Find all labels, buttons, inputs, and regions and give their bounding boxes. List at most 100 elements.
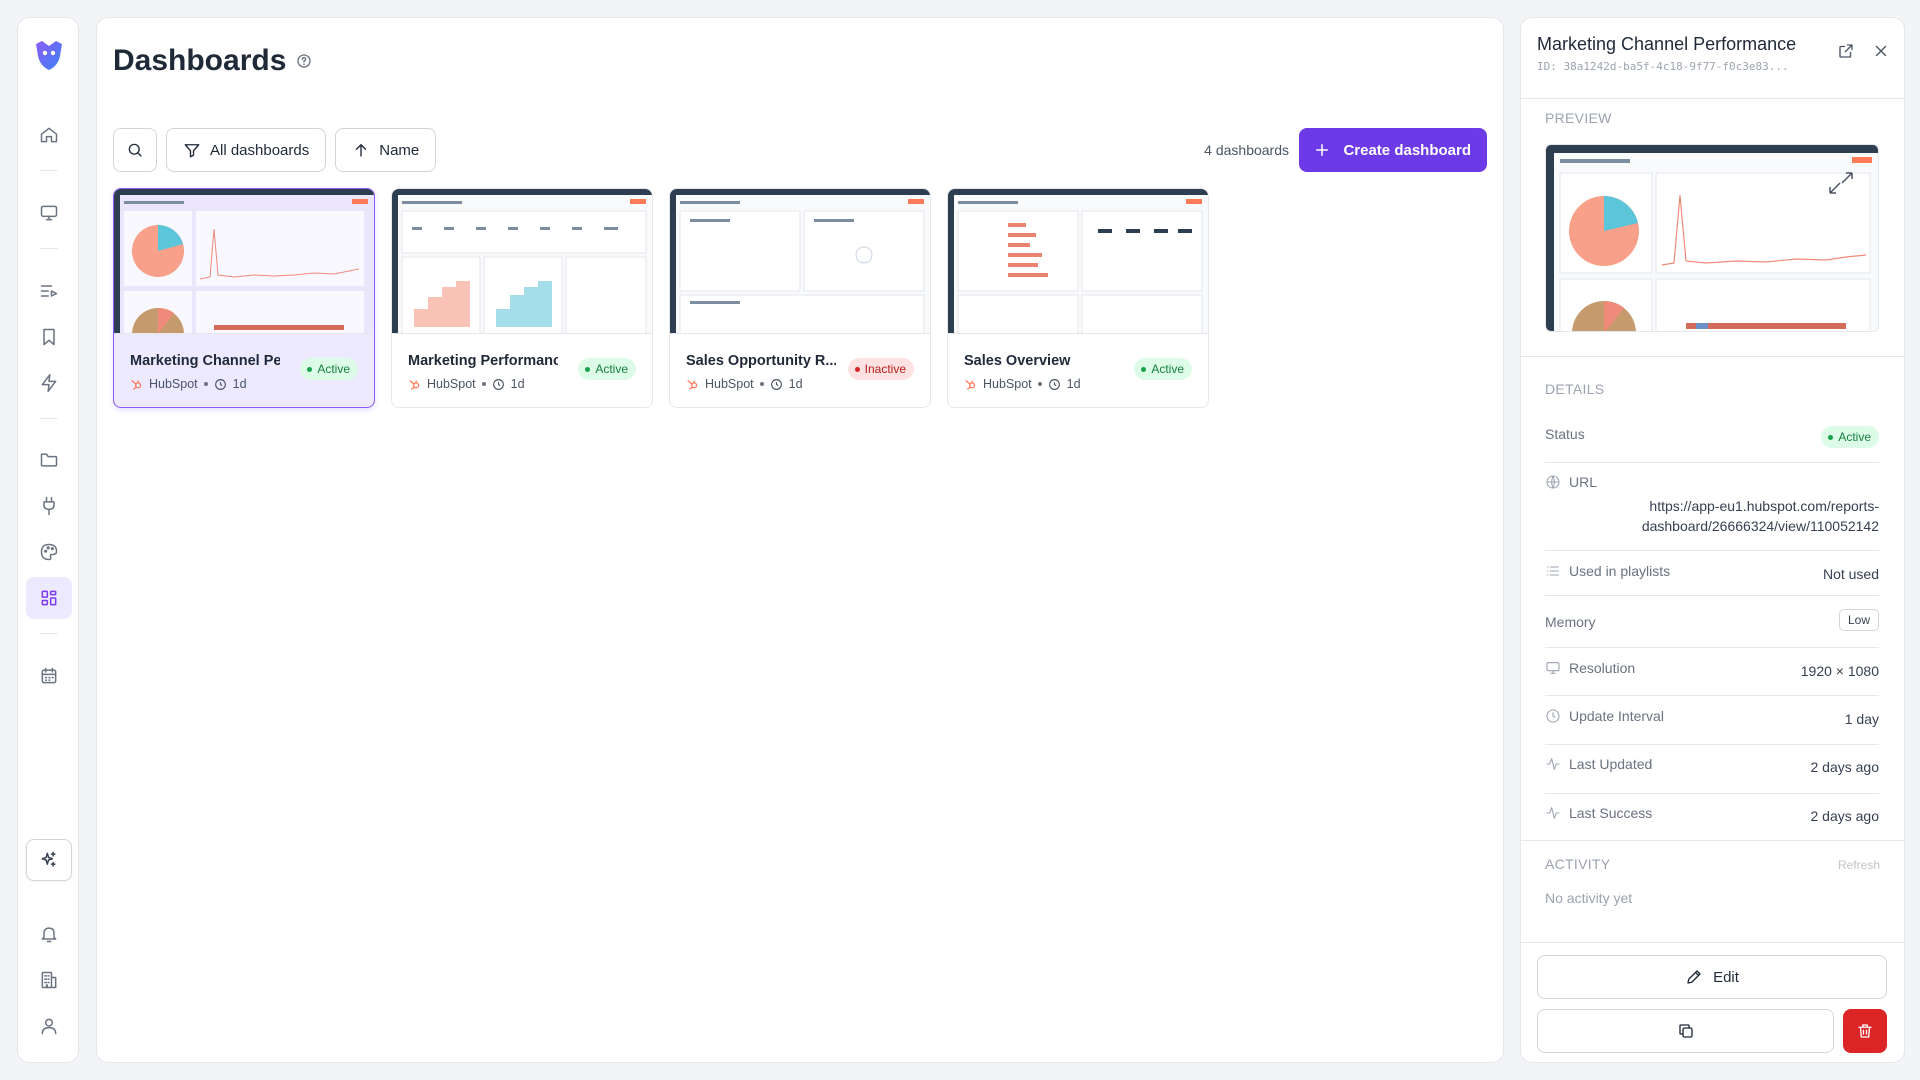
status-value-wrap: Active bbox=[1821, 426, 1879, 448]
copy-icon bbox=[1678, 1024, 1693, 1038]
page-title: Dashboards bbox=[113, 44, 287, 77]
dashboard-card[interactable]: Marketing Performanc... HubSpot 1d Activ… bbox=[391, 188, 653, 408]
left-rail bbox=[17, 17, 79, 1063]
dashboard-card[interactable]: Sales Overview HubSpot 1d Active bbox=[947, 188, 1209, 408]
activity-icon bbox=[1546, 807, 1560, 819]
memory-label: Memory bbox=[1545, 614, 1596, 630]
memory-value-wrap: Low bbox=[1838, 609, 1879, 631]
dashboard-preview[interactable] bbox=[1545, 144, 1879, 332]
sparkles-icon bbox=[41, 851, 56, 867]
card-title: Marketing Performanc... bbox=[408, 353, 558, 369]
url-value[interactable]: https://app-eu1.hubspot.com/reports- das… bbox=[1642, 496, 1879, 536]
clock-icon bbox=[1546, 709, 1560, 723]
nav-dashboards-button[interactable] bbox=[26, 577, 72, 619]
folder-icon bbox=[40, 453, 58, 467]
status-text: Active bbox=[317, 362, 350, 376]
monitor-icon bbox=[40, 205, 58, 221]
card-age: 1d bbox=[232, 377, 247, 391]
dashboard-card[interactable]: Sales Opportunity R... HubSpot 1d Inacti… bbox=[669, 188, 931, 408]
card-source: HubSpot bbox=[705, 377, 754, 391]
nav-home-button[interactable] bbox=[26, 114, 72, 156]
activity-heading: ACTIVITY bbox=[1545, 856, 1611, 872]
external-link-icon bbox=[1839, 44, 1853, 58]
globe-icon bbox=[1546, 475, 1560, 489]
edit-label: Edit bbox=[1713, 968, 1739, 986]
dashboard-thumbnail bbox=[948, 189, 1208, 334]
nav-themes-button[interactable] bbox=[26, 531, 72, 573]
profile-button[interactable] bbox=[26, 1005, 72, 1047]
refresh-activity-link[interactable]: Refresh bbox=[1838, 858, 1880, 872]
nav-bookmarks-button[interactable] bbox=[26, 316, 72, 358]
app-logo[interactable] bbox=[32, 38, 66, 72]
playlists-label-wrap: Used in playlists bbox=[1545, 563, 1670, 579]
resolution-label-wrap: Resolution bbox=[1545, 660, 1635, 676]
nav-files-button[interactable] bbox=[26, 439, 72, 481]
organization-button[interactable] bbox=[26, 959, 72, 1001]
last-updated-row: Last Updated 2 days ago bbox=[1545, 756, 1879, 794]
card-meta: HubSpot 1d bbox=[686, 377, 803, 391]
edit-button[interactable]: Edit bbox=[1537, 955, 1887, 999]
pencil-icon bbox=[1687, 970, 1701, 984]
success-value: 2 days ago bbox=[1810, 808, 1880, 824]
clock-icon bbox=[770, 378, 782, 390]
card-meta: HubSpot 1d bbox=[964, 377, 1081, 391]
nav-schedule-button[interactable] bbox=[26, 655, 72, 697]
interval-row: Update Interval 1 day bbox=[1545, 708, 1879, 745]
monitor-icon bbox=[1546, 662, 1560, 674]
open-external-button[interactable] bbox=[1835, 40, 1857, 62]
notifications-button[interactable] bbox=[26, 913, 72, 955]
nav-automations-button[interactable] bbox=[26, 362, 72, 404]
updated-label: Last Updated bbox=[1569, 756, 1653, 772]
resolution-value: 1920 × 1080 bbox=[1800, 663, 1879, 679]
search-icon bbox=[128, 143, 142, 157]
interval-label-wrap: Update Interval bbox=[1545, 708, 1664, 724]
playlists-label: Used in playlists bbox=[1569, 563, 1671, 579]
help-circle-icon[interactable] bbox=[296, 53, 312, 69]
detail-panel: Marketing Channel Performance ID: 38a124… bbox=[1520, 17, 1905, 1063]
updated-value: 2 days ago bbox=[1810, 759, 1880, 775]
delete-button[interactable] bbox=[1843, 1009, 1887, 1053]
detail-title: Marketing Channel Performance bbox=[1537, 34, 1797, 54]
url-row: URL https://app-eu1.hubspot.com/reports-… bbox=[1545, 474, 1879, 551]
duplicate-button[interactable] bbox=[1537, 1009, 1834, 1053]
card-title: Marketing Channel Pe... bbox=[130, 353, 280, 369]
dashboard-card[interactable]: Marketing Channel Pe... HubSpot 1d Activ… bbox=[113, 188, 375, 408]
dashboard-thumbnail bbox=[392, 189, 652, 334]
search-button[interactable] bbox=[113, 128, 157, 172]
card-meta: HubSpot 1d bbox=[408, 377, 525, 391]
clock-icon bbox=[492, 378, 504, 390]
ai-assistant-button[interactable] bbox=[26, 839, 72, 881]
dashboard-thumbnail bbox=[114, 189, 374, 334]
close-icon bbox=[1875, 45, 1887, 57]
card-source: HubSpot bbox=[983, 377, 1032, 391]
playlists-value: Not used bbox=[1822, 566, 1879, 582]
filter-dropdown[interactable]: All dashboards bbox=[166, 128, 327, 172]
status-badge: Active bbox=[1821, 426, 1879, 448]
nav-integrations-button[interactable] bbox=[26, 485, 72, 527]
palette-icon bbox=[40, 543, 58, 561]
resolution-row: Resolution 1920 × 1080 bbox=[1545, 660, 1879, 696]
card-title: Sales Opportunity R... bbox=[686, 353, 836, 369]
bookmark-icon bbox=[43, 328, 55, 346]
hubspot-icon bbox=[687, 379, 698, 390]
url-line: https://app-eu1.hubspot.com/reports- bbox=[1649, 498, 1879, 514]
nav-screens-button[interactable] bbox=[26, 192, 72, 234]
status-text: Active bbox=[1151, 362, 1184, 376]
card-age: 1d bbox=[1066, 377, 1081, 391]
clock-icon bbox=[214, 378, 226, 390]
close-panel-button[interactable] bbox=[1870, 40, 1892, 62]
nav-playlists-button[interactable] bbox=[26, 270, 72, 312]
last-success-row: Last Success 2 days ago bbox=[1545, 805, 1879, 843]
success-label-wrap: Last Success bbox=[1545, 805, 1652, 821]
building-icon bbox=[41, 971, 57, 989]
filter-label: All dashboards bbox=[210, 141, 310, 159]
playlists-row: Used in playlists Not used bbox=[1545, 563, 1879, 596]
playlist-icon bbox=[40, 285, 58, 297]
sort-label: Name bbox=[379, 141, 420, 159]
plus-icon bbox=[1316, 144, 1329, 156]
create-dashboard-button[interactable]: Create dashboard bbox=[1299, 128, 1487, 172]
dashboard-count: 4 dashboards bbox=[1204, 142, 1289, 158]
preview-heading: PREVIEW bbox=[1545, 110, 1612, 126]
status-badge: Inactive bbox=[847, 358, 914, 380]
sort-button[interactable]: Name bbox=[335, 128, 437, 172]
